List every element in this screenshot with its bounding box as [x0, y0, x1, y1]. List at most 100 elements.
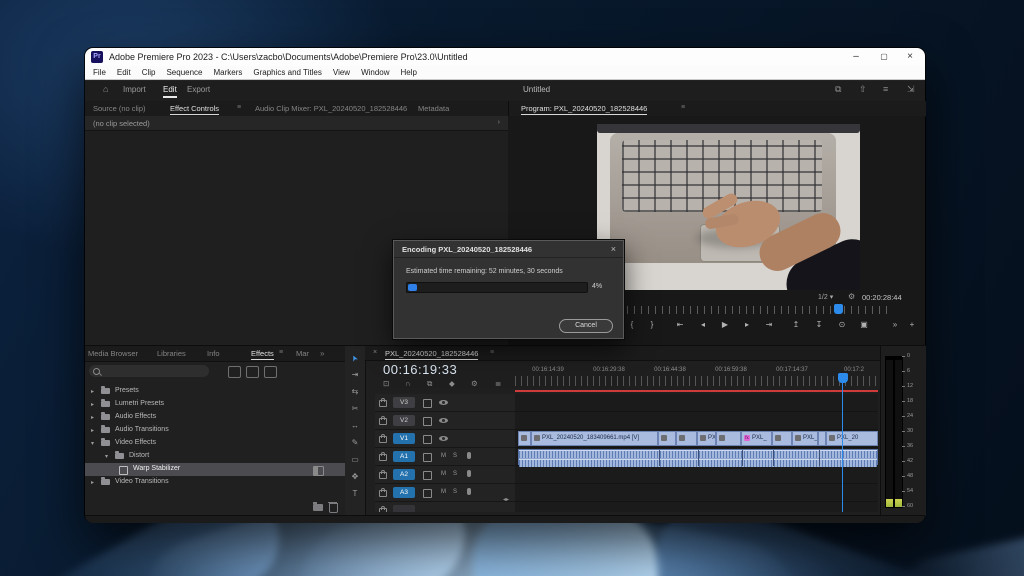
solo-button[interactable]: S [453, 453, 457, 459]
tab-info[interactable]: Info [207, 349, 220, 358]
add-button-icon[interactable]: + [905, 320, 919, 329]
track-header-v3[interactable]: V3 [375, 394, 515, 412]
maximize-button[interactable]: ▢ [871, 48, 897, 66]
nested-sequence-icon[interactable]: ⊡ [383, 379, 389, 388]
panel-menu-icon[interactable]: ≡ [279, 349, 283, 356]
lock-icon[interactable] [379, 470, 387, 479]
timeline-settings-icon[interactable]: ⚙ [471, 379, 478, 388]
timeline-clip-main[interactable]: PXL_20240520_183409661.mp4 [V] [531, 431, 658, 446]
hand-tool[interactable]: ✥ [345, 469, 365, 485]
workspaces-menu-icon[interactable]: ≡ [883, 84, 888, 94]
tab-metadata[interactable]: Metadata [418, 104, 449, 113]
chevron-collapsed-icon[interactable]: ▸ [91, 479, 94, 486]
voiceover-mic-icon[interactable] [467, 452, 471, 459]
go-to-in-button[interactable]: ⇤ [673, 320, 687, 329]
mute-button[interactable]: M [441, 489, 446, 495]
new-custom-bin-icon[interactable] [313, 502, 323, 511]
sync-lock-icon[interactable] [423, 489, 432, 498]
tab-audio-clip-mixer[interactable]: Audio Clip Mixer: PXL_20240520_182528446 [255, 104, 407, 113]
chevron-expanded-icon[interactable]: ▾ [105, 453, 108, 460]
timeline-clip[interactable] [518, 431, 531, 446]
lock-icon[interactable] [379, 452, 387, 461]
add-marker-icon[interactable]: ◆ [449, 379, 455, 388]
ripple-edit-tool[interactable]: ⇆ [345, 384, 365, 400]
tab-export[interactable]: Export [187, 85, 210, 94]
track-target-mix[interactable] [393, 505, 415, 512]
track-select-tool[interactable]: ⇥ [345, 367, 365, 383]
track-height-toggle-icon[interactable]: ◂▸ [503, 496, 509, 503]
linked-selection-icon[interactable]: ⧉ [427, 379, 432, 389]
timeline-playhead-marker[interactable] [838, 373, 848, 383]
sync-lock-icon[interactable] [423, 399, 432, 408]
chevron-collapsed-icon[interactable]: ▸ [91, 401, 94, 408]
tab-edit[interactable]: Edit [163, 85, 177, 98]
tab-import[interactable]: Import [123, 85, 146, 94]
timeline-ruler[interactable] [515, 376, 878, 386]
menu-help[interactable]: Help [401, 68, 417, 77]
timeline-clip[interactable] [716, 431, 741, 446]
filter-accelerated-effects-icon[interactable] [228, 366, 241, 378]
snap-magnet-icon[interactable]: ∩ [405, 379, 410, 388]
comparison-view-button[interactable]: ▣ [857, 320, 871, 329]
lock-icon[interactable] [379, 398, 387, 407]
menu-markers[interactable]: Markers [214, 68, 243, 77]
toggle-track-output-eye-icon[interactable] [439, 400, 448, 405]
window-titlebar[interactable]: Pr Adobe Premiere Pro 2023 - C:\Users\za… [85, 48, 925, 66]
sync-lock-icon[interactable] [423, 453, 432, 462]
lock-icon[interactable] [379, 416, 387, 425]
chevron-right-icon[interactable]: › [498, 119, 500, 126]
lock-icon[interactable] [379, 434, 387, 443]
timeline-clip[interactable]: PXL_2 [792, 431, 818, 446]
tree-item-lumetri-presets[interactable]: ▸ Lumetri Presets [85, 398, 345, 411]
tab-effects[interactable]: Effects [251, 349, 274, 360]
track-header-a2[interactable]: A2 M S [375, 466, 515, 484]
tree-item-audio-transitions[interactable]: ▸ Audio Transitions [85, 424, 345, 437]
timeline-clip[interactable]: fx PXL_ [741, 431, 772, 446]
tree-item-audio-effects[interactable]: ▸ Audio Effects [85, 411, 345, 424]
panel-menu-icon[interactable]: ≡ [490, 349, 494, 356]
tab-libraries[interactable]: Libraries [157, 349, 186, 358]
menu-clip[interactable]: Clip [142, 68, 156, 77]
timeline-clip[interactable] [772, 431, 792, 446]
track-target-a1[interactable]: A1 [393, 451, 415, 462]
tree-item-distort[interactable]: ▾ Distort [85, 450, 345, 463]
timeline-clip[interactable] [658, 431, 676, 446]
track-header-a1[interactable]: A1 M S [375, 448, 515, 466]
chevron-collapsed-icon[interactable]: ▸ [91, 414, 94, 421]
pen-tool[interactable]: ✎ [345, 435, 365, 451]
tab-overflow-icon[interactable]: » [320, 349, 324, 358]
track-target-v1[interactable]: V1 [393, 433, 415, 444]
lock-icon[interactable] [379, 488, 387, 497]
track-header-v1[interactable]: V1 [375, 430, 515, 448]
track-target-v2[interactable]: V2 [393, 415, 415, 426]
track-target-a2[interactable]: A2 [393, 469, 415, 480]
program-settings-wrench-icon[interactable]: ⚙ [848, 292, 855, 301]
tab-media-browser[interactable]: Media Browser [88, 349, 138, 358]
track-header-mix[interactable] [375, 502, 515, 512]
home-icon[interactable]: ⌂ [103, 84, 108, 94]
playback-resolution-select[interactable]: 1/2 ▾ [818, 293, 833, 301]
menu-edit[interactable]: Edit [117, 68, 131, 77]
sync-lock-icon[interactable] [423, 435, 432, 444]
timeline-playhead-timecode[interactable]: 00:16:19:33 [383, 362, 457, 377]
tree-item-warp-stabilizer[interactable]: Warp Stabilizer [85, 463, 345, 476]
chevron-collapsed-icon[interactable]: ▸ [91, 427, 94, 434]
extract-button[interactable]: ↧ [812, 320, 826, 329]
program-video-frame[interactable] [597, 124, 860, 290]
menu-graphics-titles[interactable]: Graphics and Titles [253, 68, 321, 77]
mark-in-button[interactable]: { [625, 320, 639, 329]
tab-source-monitor[interactable]: Source (no clip) [93, 104, 146, 113]
track-header-v2[interactable]: V2 [375, 412, 515, 430]
mute-button[interactable]: M [441, 471, 446, 477]
audio-clip[interactable] [518, 449, 878, 467]
export-frame-button[interactable]: ⊙ [835, 320, 849, 329]
tab-markers-truncated[interactable]: Mar [296, 349, 309, 358]
panel-menu-icon[interactable]: ≡ [681, 104, 685, 111]
slip-tool[interactable]: ↔ [345, 418, 365, 434]
tab-sequence[interactable]: PXL_20240520_182528446 [385, 349, 479, 360]
close-button[interactable]: × [897, 48, 923, 66]
step-forward-button[interactable]: ▸ [740, 320, 754, 329]
minimize-button[interactable]: – [843, 48, 869, 66]
toggle-track-output-eye-icon[interactable] [439, 418, 448, 423]
frame-io-icon[interactable]: ⧉ [835, 84, 841, 95]
